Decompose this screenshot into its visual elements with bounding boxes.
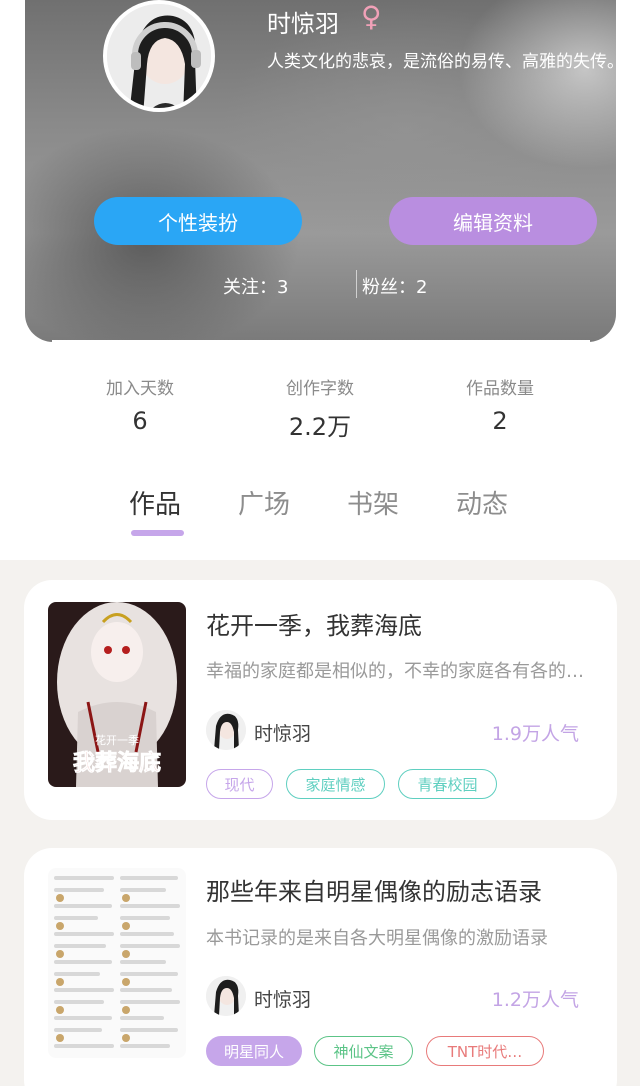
- profile-header: 时惊羽 ♀ 人类文化的悲哀，是流俗的易传、高雅的失传。 个性装扮 编辑资料 关注…: [25, 0, 616, 342]
- avatar[interactable]: [103, 0, 215, 112]
- dress-up-button[interactable]: 个性装扮: [94, 197, 302, 245]
- author-name[interactable]: 时惊羽: [254, 985, 311, 1012]
- stat-value: 2: [492, 407, 508, 435]
- edit-profile-button[interactable]: 编辑资料: [389, 197, 597, 245]
- tag-youth-campus[interactable]: 青春校园: [398, 769, 497, 799]
- stat-join-days: 加入天数 6: [70, 374, 210, 435]
- book-cover[interactable]: 花开一季 我葬海底: [48, 602, 186, 787]
- active-tab-indicator: [131, 530, 184, 536]
- stat-value: 6: [132, 407, 148, 435]
- following-count[interactable]: 关注：3: [223, 273, 288, 299]
- author-avatar[interactable]: [206, 976, 246, 1016]
- book-cover-image: 花开一季 我葬海底: [48, 602, 186, 787]
- stats-card: 加入天数 6 创作字数 2.2万 作品数量 2: [52, 340, 590, 464]
- author-avatar-image: [206, 976, 246, 1016]
- follow-divider: [356, 270, 357, 298]
- tab-bar: 作品 广场 书架 动态: [0, 484, 640, 544]
- tab-activity[interactable]: 动态: [456, 484, 508, 521]
- tag-modern[interactable]: 现代: [206, 769, 273, 799]
- book-title[interactable]: 那些年来自明星偶像的励志语录: [206, 872, 542, 907]
- followers-count[interactable]: 粉丝：2: [362, 273, 427, 299]
- book-card[interactable]: 花开一季 我葬海底 花开一季，我葬海底 幸福的家庭都是相似的，不幸的家庭各有各的…: [24, 580, 617, 820]
- avatar-image: [107, 4, 211, 108]
- author-avatar-image: [206, 710, 246, 750]
- tab-square[interactable]: 广场: [238, 484, 290, 521]
- book-title[interactable]: 花开一季，我葬海底: [206, 606, 422, 641]
- book-cover-image: [48, 868, 186, 1058]
- stat-label: 创作字数: [286, 379, 354, 399]
- stat-value: 2.2万: [288, 413, 352, 441]
- author-name[interactable]: 时惊羽: [254, 719, 311, 746]
- tag-family[interactable]: 家庭情感: [286, 769, 385, 799]
- stat-word-count: 创作字数 2.2万: [250, 374, 390, 442]
- book-description: 本书记录的是来自各大明星偶像的激励语录: [206, 928, 548, 949]
- tag-celebrity-fanfic[interactable]: 明星同人: [206, 1036, 302, 1066]
- stat-label: 加入天数: [106, 379, 174, 399]
- tab-bookshelf[interactable]: 书架: [347, 484, 399, 521]
- tag-copywriting[interactable]: 神仙文案: [314, 1036, 413, 1066]
- author-avatar[interactable]: [206, 710, 246, 750]
- stat-label: 作品数量: [466, 379, 534, 399]
- book-card[interactable]: 那些年来自明星偶像的励志语录 本书记录的是来自各大明星偶像的激励语录 时惊羽 1…: [24, 848, 617, 1086]
- cover-title: 我葬海底: [73, 750, 161, 776]
- book-cover[interactable]: [48, 868, 186, 1058]
- female-icon: ♀: [361, 0, 382, 33]
- tab-works[interactable]: 作品: [129, 484, 181, 521]
- username: 时惊羽: [267, 10, 339, 38]
- popularity: 1.2万人气: [491, 989, 579, 1011]
- cover-subtitle: 花开一季: [95, 734, 139, 747]
- book-description: 幸福的家庭都是相似的，不幸的家庭各有各的不幸: [206, 661, 586, 682]
- tag-tnt[interactable]: TNT时代…: [426, 1036, 544, 1066]
- stat-works-count: 作品数量 2: [430, 374, 570, 435]
- bio: 人类文化的悲哀，是流俗的易传、高雅的失传。: [267, 52, 616, 72]
- popularity: 1.9万人气: [491, 723, 579, 745]
